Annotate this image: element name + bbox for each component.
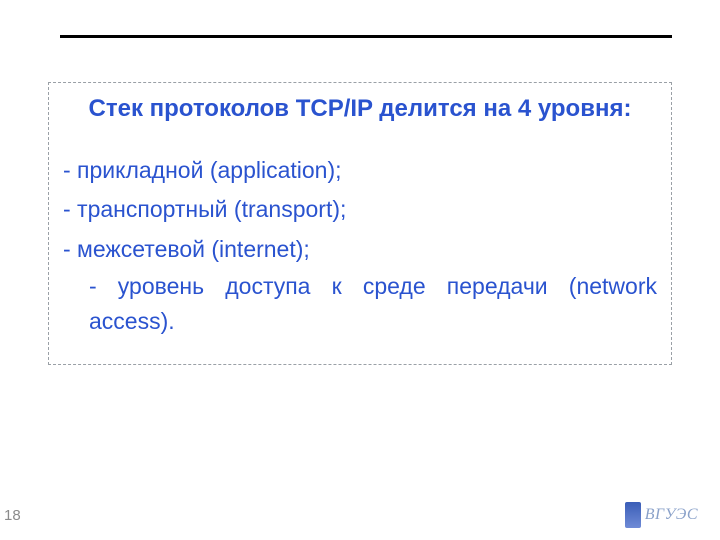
content-box: Стек протоколов TCP/IP делится на 4 уров… bbox=[48, 82, 672, 365]
level-list: - прикладной (application); - транспортн… bbox=[63, 151, 657, 340]
horizontal-rule bbox=[60, 35, 672, 38]
watermark: ВГУЭС bbox=[625, 502, 698, 528]
page-number: 18 bbox=[4, 507, 21, 524]
watermark-label: ВГУЭС bbox=[645, 506, 698, 524]
list-item: - межсетевой (internet); bbox=[63, 230, 657, 269]
watermark-badge-icon bbox=[625, 502, 641, 528]
list-item: - уровень доступа к среде передачи (netw… bbox=[63, 269, 657, 340]
list-item: - прикладной (application); bbox=[63, 151, 657, 190]
slide-heading: Стек протоколов TCP/IP делится на 4 уров… bbox=[63, 93, 657, 125]
list-item: - транспортный (transport); bbox=[63, 190, 657, 229]
